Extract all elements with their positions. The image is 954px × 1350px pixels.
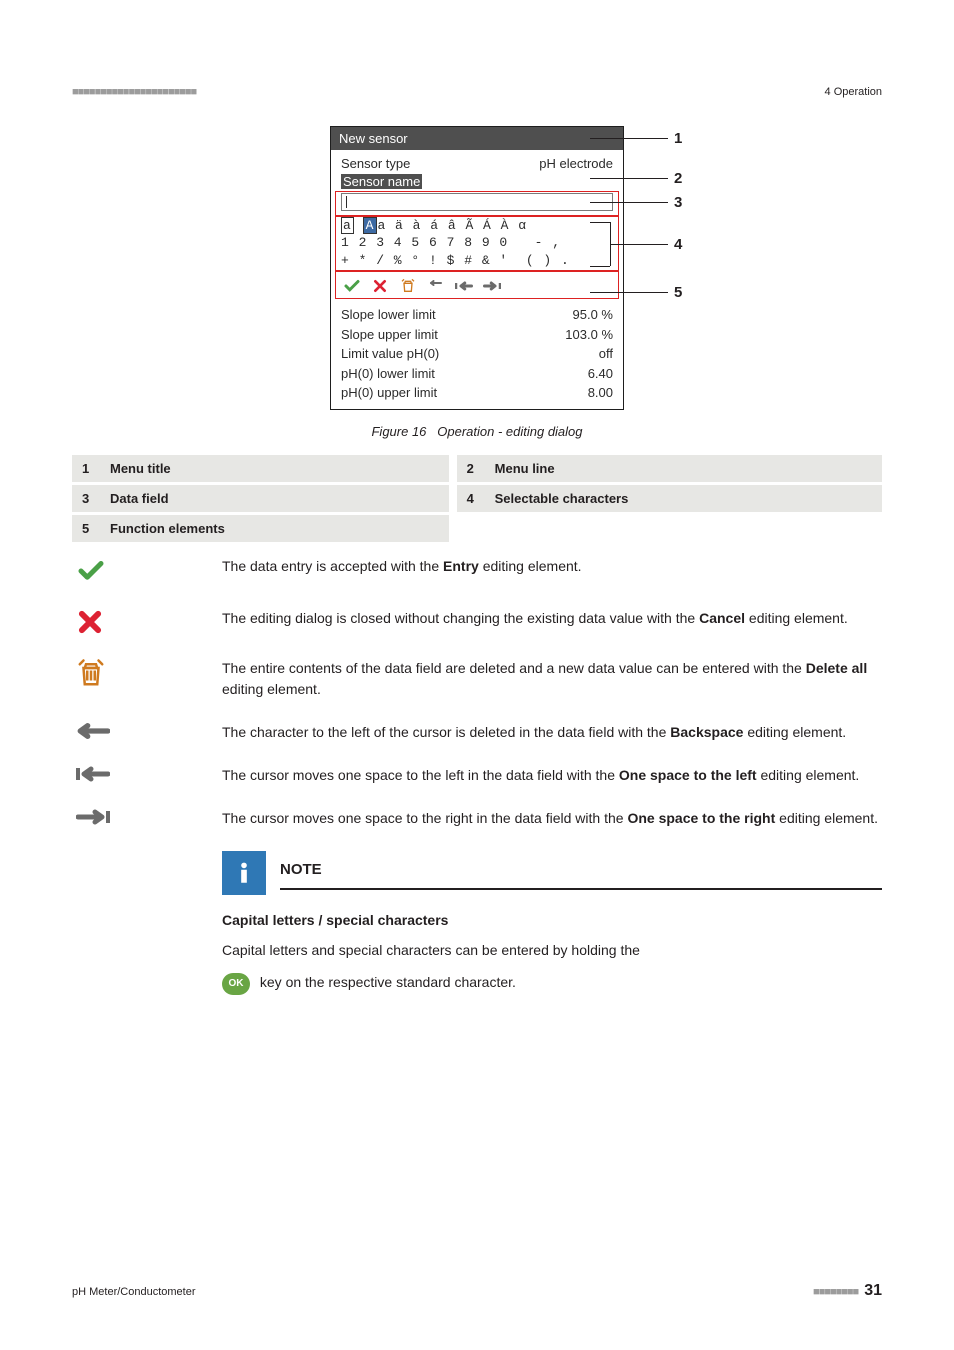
figure-caption: Figure 16 Operation - editing dialog [72, 424, 882, 439]
bar-right-icon[interactable] [483, 277, 501, 295]
footer-left: pH Meter/Conductometer [72, 1286, 196, 1298]
bar-right-icon [72, 808, 192, 826]
page-footer: pH Meter/Conductometer ■■■■■■■■ 31 [72, 1282, 882, 1300]
check-icon[interactable] [343, 277, 361, 295]
legend-table: 1Menu title 2Menu line 3Data field 4Sele… [72, 455, 882, 542]
ok-key-icon: OK [222, 973, 250, 995]
running-head: ■■■■■■■■■■■■■■■■■■■■■■ 4 Operation [72, 86, 882, 98]
check-icon [72, 556, 192, 586]
backspace-icon[interactable] [427, 277, 445, 295]
cross-icon[interactable] [371, 277, 389, 295]
note-title: NOTE [280, 855, 882, 890]
page-number: 31 [864, 1282, 882, 1299]
desc-cancel: The editing dialog is closed without cha… [222, 608, 882, 629]
note-text-2: OK key on the respective standard charac… [222, 971, 882, 994]
note-box: NOTE Capital letters / special character… [222, 851, 882, 995]
list-item: Slope lower limit95.0 % [341, 305, 613, 325]
menu-line-highlight: Sensor name [341, 174, 613, 189]
desc-entry: The data entry is accepted with the Entr… [222, 556, 882, 577]
backspace-icon [72, 722, 192, 740]
bar-left-icon [72, 765, 192, 783]
list-item: pH(0) upper limit8.00 [341, 383, 613, 403]
bar-left-icon[interactable] [455, 277, 473, 295]
function-elements [341, 273, 613, 299]
header-section: 4 Operation [825, 86, 882, 98]
desc-space-left: The cursor moves one space to the left i… [222, 765, 882, 786]
data-field[interactable] [341, 193, 613, 211]
trash-icon[interactable] [399, 277, 417, 295]
menu-title: New sensor [331, 127, 623, 150]
device-screenshot: New sensor Sensor type pH electrode Sens… [330, 126, 624, 410]
info-icon [222, 851, 266, 895]
desc-delete-all: The entire contents of the data field ar… [222, 658, 882, 700]
list-item: Limit value pH(0)off [341, 344, 613, 364]
list-item: Sensor type pH electrode [341, 154, 613, 174]
desc-space-right: The cursor moves one space to the right … [222, 808, 882, 829]
trash-icon [72, 658, 192, 688]
list-item: pH(0) lower limit6.40 [341, 364, 613, 384]
note-text: Capital letters and special characters c… [222, 939, 882, 961]
list-item: Slope upper limit103.0 % [341, 325, 613, 345]
footer-marks: ■■■■■■■■ [813, 1286, 858, 1298]
header-marks: ■■■■■■■■■■■■■■■■■■■■■■ [72, 86, 196, 98]
cross-icon [72, 608, 192, 636]
selectable-characters: a Aa ä à á â Ã Á À α 1 2 3 4 5 6 7 8 9 0… [341, 217, 613, 270]
desc-backspace: The character to the left of the cursor … [222, 722, 882, 743]
note-subtitle: Capital letters / special characters [222, 909, 882, 931]
